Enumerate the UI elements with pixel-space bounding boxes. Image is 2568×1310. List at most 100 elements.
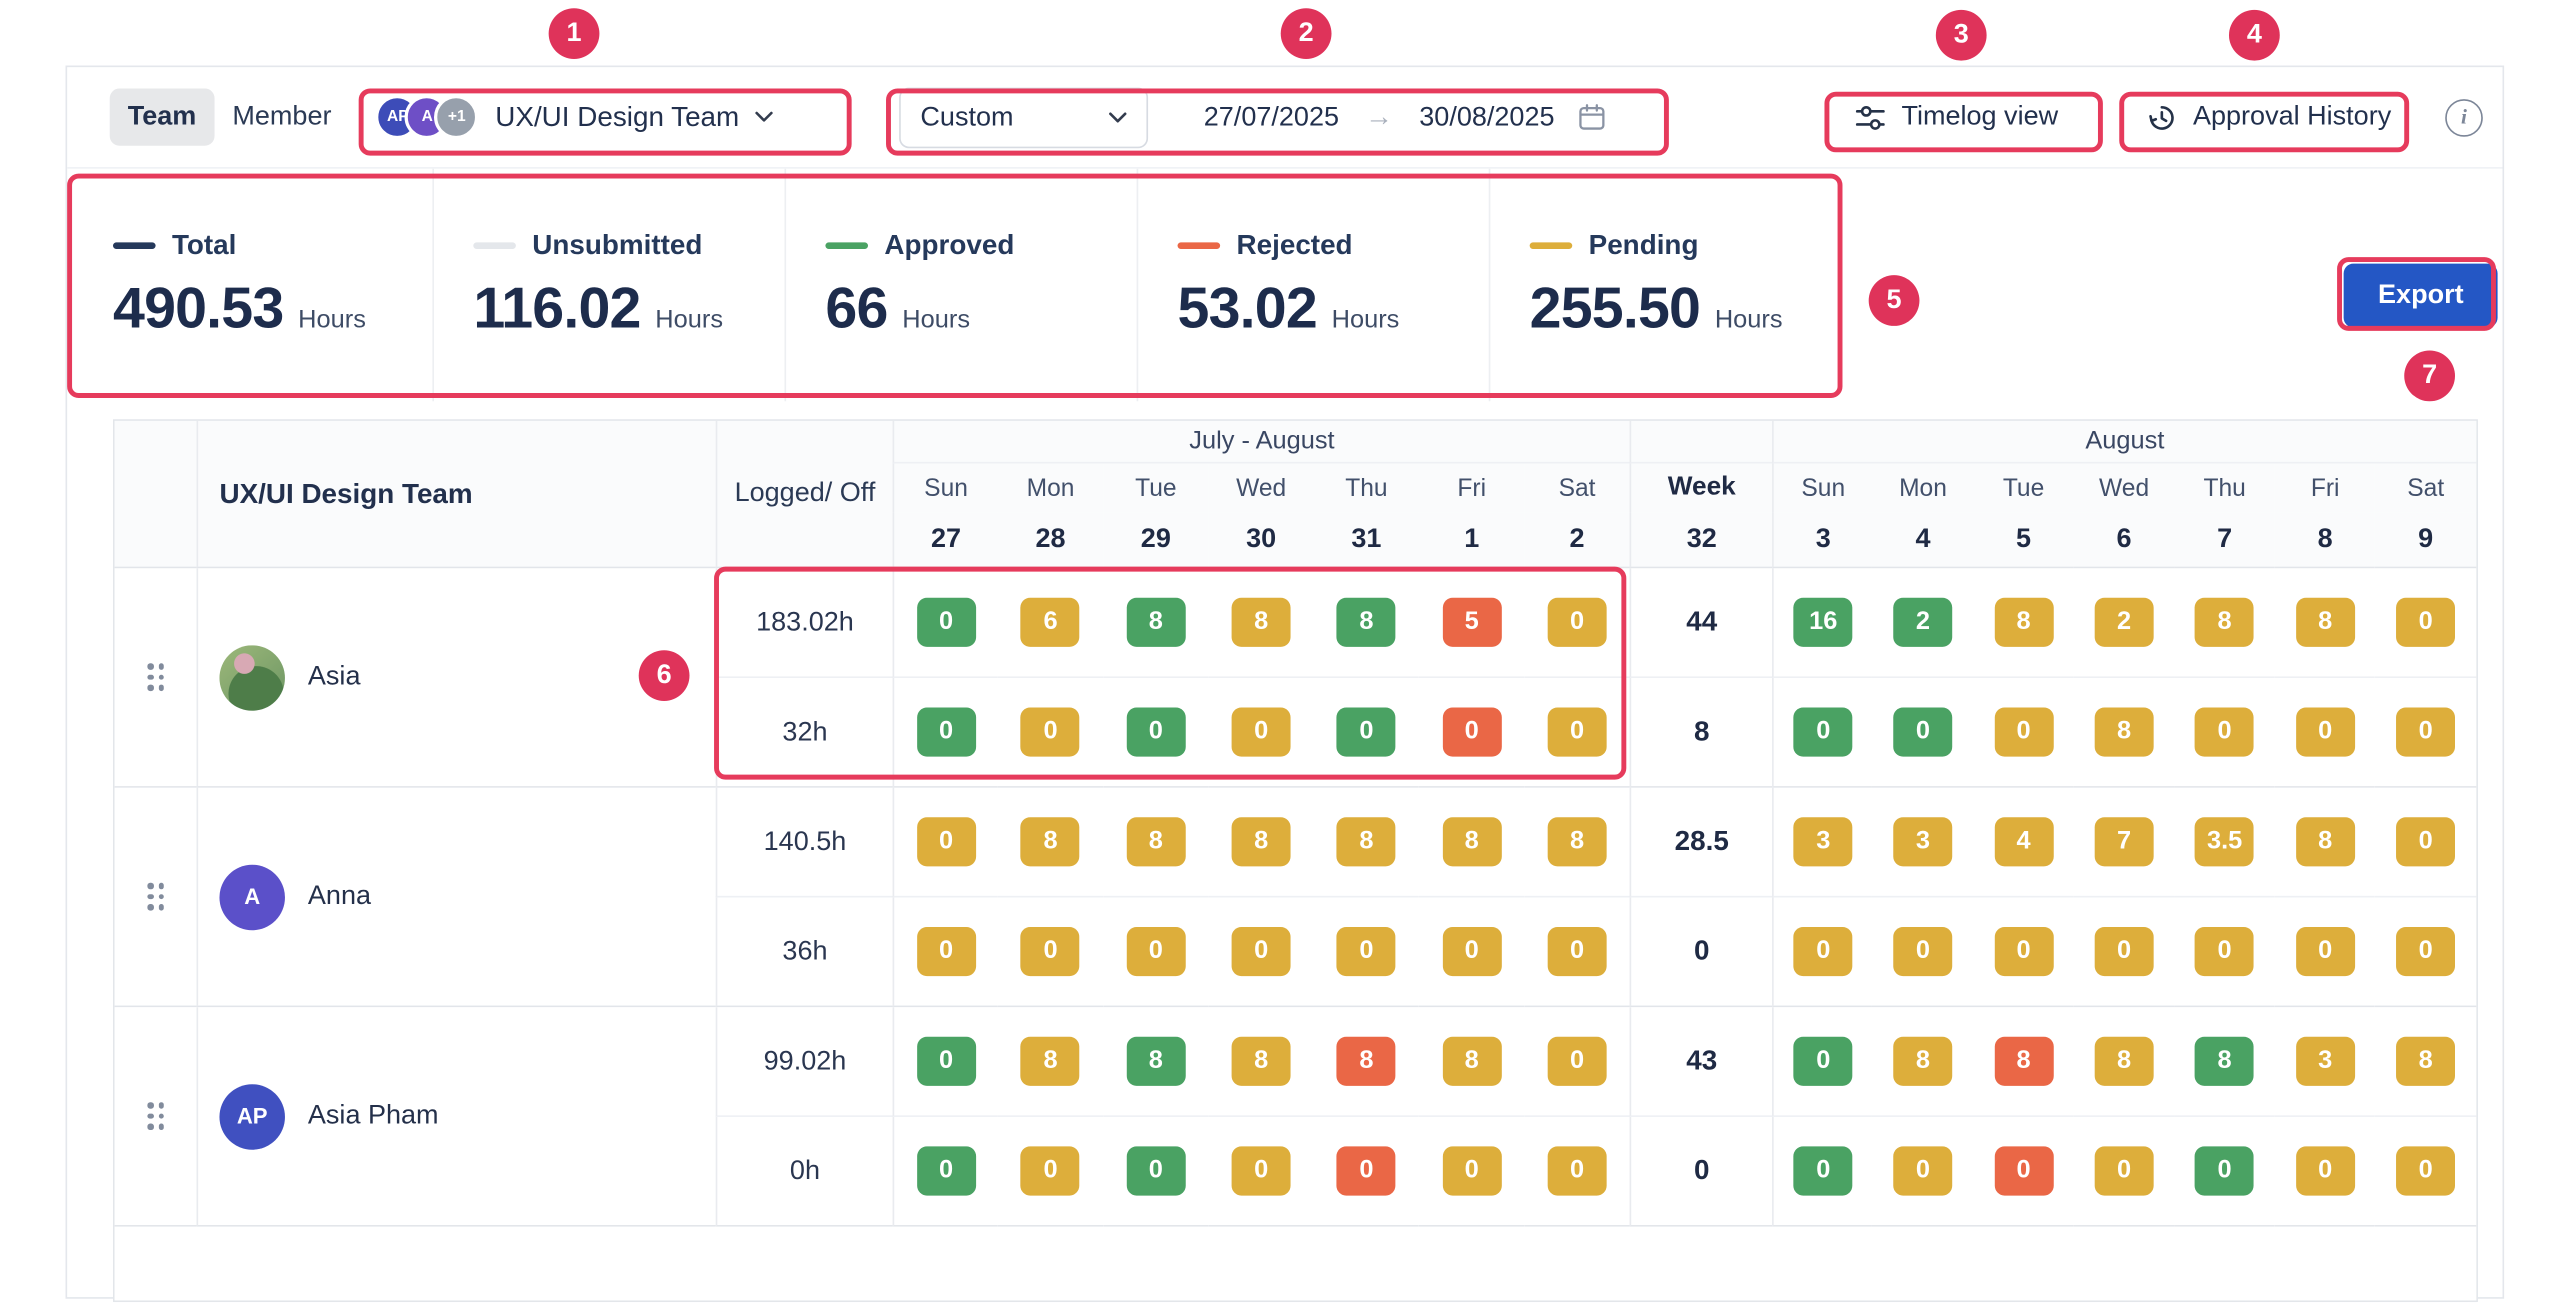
hours-cell[interactable]: 2 xyxy=(2074,568,2175,678)
hours-cell[interactable]: 8 xyxy=(2375,1007,2476,1117)
hours-cell[interactable]: 0 xyxy=(1103,1117,1208,1227)
hours-cell[interactable]: 0 xyxy=(1973,897,2074,1007)
hours-cell[interactable]: 0 xyxy=(1419,1117,1524,1227)
hours-cell[interactable]: 16 xyxy=(1772,568,1873,678)
hours-cell[interactable]: 0 xyxy=(1419,678,1524,788)
hours-cell[interactable]: 0 xyxy=(1524,1007,1629,1117)
hours-cell[interactable]: 0 xyxy=(2174,678,2275,788)
hours-cell[interactable]: 2 xyxy=(1873,568,1974,678)
hours-cell[interactable]: 0 xyxy=(1772,1007,1873,1117)
hours-cell[interactable]: 0 xyxy=(2074,897,2175,1007)
hours-cell[interactable]: 0 xyxy=(998,1117,1103,1227)
hours-cell[interactable]: 0 xyxy=(1772,1117,1873,1227)
hours-cell[interactable]: 8 xyxy=(2275,568,2376,678)
approval-history-button[interactable]: Approval History xyxy=(2136,99,2401,135)
hours-cell[interactable]: 8 xyxy=(1314,1007,1419,1117)
hours-cell[interactable]: 8 xyxy=(1103,788,1208,898)
hours-cell[interactable]: 8 xyxy=(1419,1007,1524,1117)
hours-cell[interactable]: 6 xyxy=(998,568,1103,678)
hours-cell[interactable]: 8 xyxy=(2174,568,2275,678)
range-type-select[interactable]: Custom xyxy=(899,87,1148,148)
hours-cell[interactable]: 0 xyxy=(2375,788,2476,898)
hours-cell[interactable]: 0 xyxy=(1208,897,1313,1007)
hours-value: 0 xyxy=(1337,708,1396,757)
hours-cell[interactable]: 0 xyxy=(1103,678,1208,788)
hours-cell[interactable]: 0 xyxy=(2275,678,2376,788)
hours-cell[interactable]: 0 xyxy=(1873,1117,1974,1227)
hours-cell[interactable]: 0 xyxy=(998,897,1103,1007)
hours-cell[interactable]: 3.5 xyxy=(2174,788,2275,898)
drag-handle[interactable] xyxy=(147,664,163,691)
hours-cell[interactable]: 3 xyxy=(1772,788,1873,898)
hours-cell[interactable]: 0 xyxy=(1524,897,1629,1007)
hours-cell[interactable]: 0 xyxy=(1208,1117,1313,1227)
hours-cell[interactable]: 8 xyxy=(1524,788,1629,898)
hours-cell[interactable]: 0 xyxy=(1873,897,1974,1007)
hours-cell[interactable]: 7 xyxy=(2074,788,2175,898)
hours-cell[interactable]: 3 xyxy=(2275,1007,2376,1117)
timelog-view-button[interactable]: Timelog view xyxy=(1844,99,2068,135)
hours-cell[interactable]: 8 xyxy=(1103,568,1208,678)
hours-cell[interactable]: 0 xyxy=(1772,678,1873,788)
hours-cell[interactable]: 8 xyxy=(2174,1007,2275,1117)
hours-cell[interactable]: 5 xyxy=(1419,568,1524,678)
tab-team[interactable]: Team xyxy=(110,88,215,145)
hours-cell[interactable]: 0 xyxy=(2275,897,2376,1007)
hours-cell[interactable]: 0 xyxy=(1973,1117,2074,1227)
hours-cell[interactable]: 8 xyxy=(1314,788,1419,898)
tab-member[interactable]: Member xyxy=(214,88,349,145)
calendar-icon[interactable] xyxy=(1577,102,1606,131)
hours-cell[interactable]: 8 xyxy=(1208,788,1313,898)
hours-cell[interactable]: 0 xyxy=(893,1117,998,1227)
hours-cell[interactable]: 8 xyxy=(2074,1007,2175,1117)
hours-cell[interactable]: 0 xyxy=(1314,678,1419,788)
hours-cell[interactable]: 0 xyxy=(893,568,998,678)
hours-cell[interactable]: 0 xyxy=(1524,568,1629,678)
hours-cell[interactable]: 0 xyxy=(1524,678,1629,788)
hours-cell[interactable]: 0 xyxy=(1103,897,1208,1007)
hours-cell[interactable]: 0 xyxy=(998,678,1103,788)
hours-cell[interactable]: 4 xyxy=(1973,788,2074,898)
hours-cell[interactable]: 0 xyxy=(1314,1117,1419,1227)
hours-cell[interactable]: 0 xyxy=(1314,897,1419,1007)
hours-cell[interactable]: 0 xyxy=(2375,1117,2476,1227)
hours-cell[interactable]: 8 xyxy=(2275,788,2376,898)
hours-cell[interactable]: 0 xyxy=(893,678,998,788)
hours-cell[interactable]: 8 xyxy=(1314,568,1419,678)
hours-cell[interactable]: 8 xyxy=(1208,1007,1313,1117)
hours-cell[interactable]: 0 xyxy=(1524,1117,1629,1227)
hours-cell[interactable]: 0 xyxy=(2174,1117,2275,1227)
hours-value: 0 xyxy=(2396,708,2455,757)
hours-cell[interactable]: 0 xyxy=(2375,897,2476,1007)
date-from[interactable]: 27/07/2025 xyxy=(1204,102,1339,133)
hours-cell[interactable]: 8 xyxy=(1208,568,1313,678)
hours-cell[interactable]: 0 xyxy=(1873,678,1974,788)
team-selector[interactable]: APA+1 UX/UI Design Team xyxy=(359,95,844,139)
export-button[interactable]: Export xyxy=(2344,264,2498,328)
hours-cell[interactable]: 8 xyxy=(2074,678,2175,788)
hours-cell[interactable]: 8 xyxy=(1873,1007,1974,1117)
hours-cell[interactable]: 0 xyxy=(2375,568,2476,678)
hours-cell[interactable]: 8 xyxy=(998,788,1103,898)
hours-cell[interactable]: 0 xyxy=(893,1007,998,1117)
hours-cell[interactable]: 3 xyxy=(1873,788,1974,898)
hours-cell[interactable]: 8 xyxy=(1419,788,1524,898)
hours-cell[interactable]: 0 xyxy=(1419,897,1524,1007)
hours-cell[interactable]: 0 xyxy=(2074,1117,2175,1227)
date-to[interactable]: 30/08/2025 xyxy=(1419,102,1554,133)
hours-cell[interactable]: 0 xyxy=(893,897,998,1007)
hours-cell[interactable]: 8 xyxy=(1103,1007,1208,1117)
hours-cell[interactable]: 0 xyxy=(893,788,998,898)
hours-cell[interactable]: 8 xyxy=(1973,1007,2074,1117)
hours-cell[interactable]: 8 xyxy=(998,1007,1103,1117)
hours-cell[interactable]: 0 xyxy=(1208,678,1313,788)
drag-handle[interactable] xyxy=(147,883,163,910)
hours-cell[interactable]: 0 xyxy=(2375,678,2476,788)
hours-cell[interactable]: 0 xyxy=(1973,678,2074,788)
info-icon[interactable]: i xyxy=(2445,98,2483,136)
hours-cell[interactable]: 0 xyxy=(1772,897,1873,1007)
hours-cell[interactable]: 8 xyxy=(1973,568,2074,678)
drag-handle[interactable] xyxy=(147,1103,163,1130)
hours-cell[interactable]: 0 xyxy=(2174,897,2275,1007)
hours-cell[interactable]: 0 xyxy=(2275,1117,2376,1227)
